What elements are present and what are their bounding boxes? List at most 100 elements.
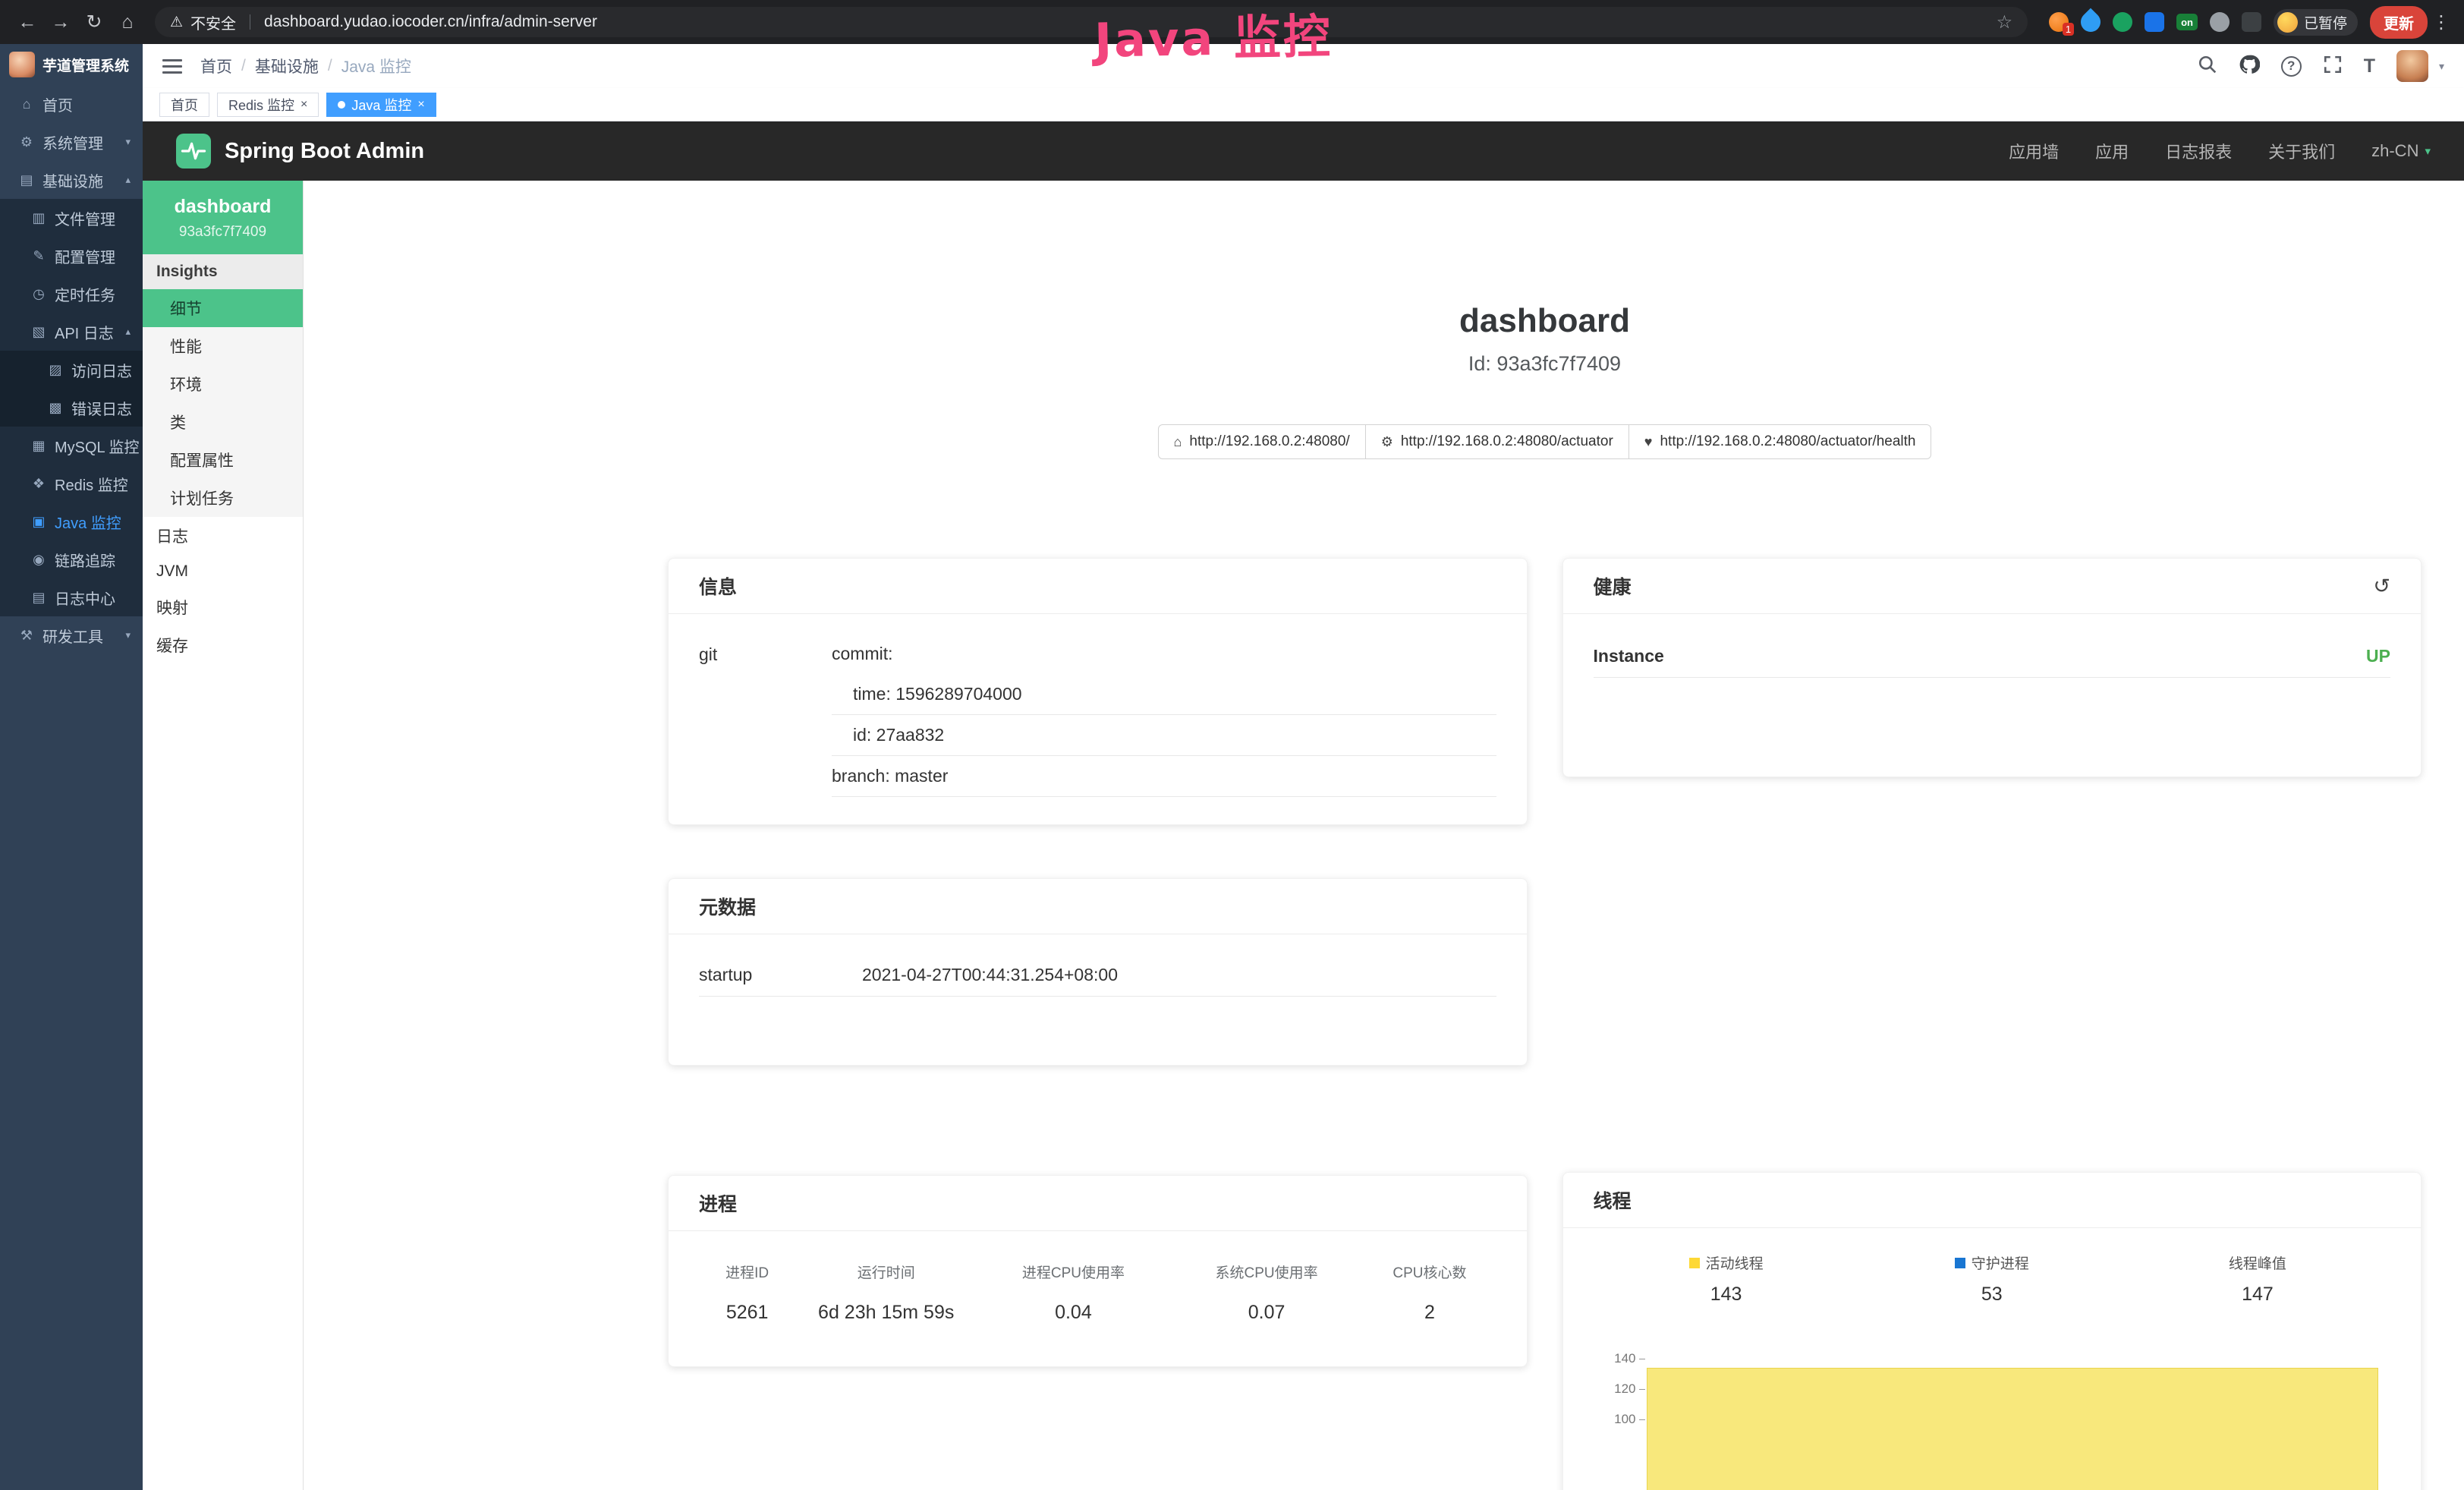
log-center-icon: ▤ — [30, 590, 47, 606]
reload-icon[interactable]: ↻ — [79, 7, 109, 37]
sidebar-item-config[interactable]: ✎ 配置管理 — [0, 237, 143, 275]
chart-plot-area — [1647, 1351, 2391, 1490]
extension-icon-grid[interactable] — [2145, 12, 2164, 32]
chart-y-axis: 140 120 100 — [1594, 1351, 1647, 1490]
sidebar-item-label: 链路追踪 — [55, 549, 115, 571]
sba-instance-header[interactable]: dashboard 93a3fc7f7409 — [143, 181, 303, 254]
extension-icon-drop[interactable] — [2077, 8, 2105, 36]
peak-threads-value: 147 — [2125, 1284, 2390, 1306]
user-avatar[interactable] — [2396, 50, 2428, 82]
link-url: http://192.168.0.2:48080/actuator — [1401, 433, 1613, 450]
sba-nav-links: 应用墙 应用 日志报表 关于我们 zh-CN ▾ — [2009, 139, 2431, 163]
y-tick-mark — [1639, 1419, 1645, 1420]
extension-icon-on[interactable]: on — [2176, 14, 2198, 30]
sba-item-classes[interactable]: 类 — [143, 403, 303, 441]
tab-home[interactable]: 首页 — [159, 93, 209, 117]
clock-icon: ◷ — [30, 286, 47, 302]
close-icon[interactable]: × — [301, 99, 307, 111]
sidebar-item-system[interactable]: ⚙ 系统管理 ▾ — [0, 123, 143, 161]
help-icon[interactable]: ? — [2281, 56, 2302, 77]
sba-brand-title[interactable]: Spring Boot Admin — [225, 139, 424, 164]
sba-nav-wallboard[interactable]: 应用墙 — [2009, 139, 2059, 163]
hamburger-icon[interactable] — [162, 59, 182, 74]
sba-nav-applications[interactable]: 应用 — [2095, 139, 2129, 163]
sba-item-configprops[interactable]: 配置属性 — [143, 441, 303, 479]
sba-item-details[interactable]: 细节 — [143, 289, 303, 327]
admin-sidebar: 芋道管理系统 ⌂ 首页 ⚙ 系统管理 ▾ ▤ 基础设施 ▴ ▥ 文件管理 — [0, 44, 143, 1490]
sba-logo-icon[interactable] — [176, 134, 211, 169]
sidebar-item-mysql[interactable]: ▦ MySQL 监控 — [0, 427, 143, 465]
sidebar-item-trace[interactable]: ◉ 链路追踪 — [0, 540, 143, 578]
sidebar-item-log-center[interactable]: ▤ 日志中心 — [0, 578, 143, 616]
process-col-header: 进程ID — [699, 1262, 795, 1282]
breadcrumb-home[interactable]: 首页 — [200, 55, 232, 77]
threads-card: 线程 活动线程 14 — [1562, 1172, 2422, 1490]
sba-item-mappings[interactable]: 映射 — [143, 588, 303, 626]
sba-item-jvm[interactable]: JVM — [143, 555, 303, 588]
sidebar-item-access-log[interactable]: ▨ 访问日志 — [0, 351, 143, 389]
sba-navbar: Spring Boot Admin 应用墙 应用 日志报表 关于我们 zh-CN… — [143, 121, 2464, 181]
extension-icon-grey[interactable] — [2210, 12, 2230, 32]
health-url-link[interactable]: ♥ http://192.168.0.2:48080/actuator/heal… — [1629, 424, 1932, 459]
close-icon[interactable]: × — [417, 99, 424, 111]
breadcrumb-infra[interactable]: 基础设施 — [255, 55, 319, 77]
avatar-caret-icon[interactable]: ▾ — [2439, 60, 2444, 73]
profile-avatar — [2277, 12, 2298, 33]
live-threads-value: 143 — [1594, 1284, 1859, 1306]
sba-item-logs[interactable]: 日志 — [143, 517, 303, 555]
actuator-url-link[interactable]: ⚙ http://192.168.0.2:48080/actuator — [1365, 424, 1629, 459]
extension-icon-pin[interactable] — [2242, 12, 2261, 32]
sidebar-item-job[interactable]: ◷ 定时任务 — [0, 275, 143, 313]
tab-redis-monitor[interactable]: Redis 监控 × — [217, 93, 319, 117]
sba-item-environment[interactable]: 环境 — [143, 365, 303, 403]
extension-icon-green[interactable] — [2113, 12, 2132, 32]
sidebar-item-label: API 日志 — [55, 321, 114, 343]
sidebar-item-infra[interactable]: ▤ 基础设施 ▴ — [0, 161, 143, 199]
tab-label: Java 监控 — [351, 95, 411, 115]
update-button[interactable]: 更新 — [2370, 6, 2428, 39]
address-bar[interactable]: ⚠ 不安全 dashboard.yudao.iocoder.cn/infra/a… — [155, 7, 2028, 37]
daemon-threads-value: 53 — [1859, 1284, 2125, 1306]
sidebar-item-home[interactable]: ⌂ 首页 — [0, 85, 143, 123]
sidebar-item-label: 首页 — [42, 93, 73, 115]
browser-menu-icon[interactable]: ⋮ — [2431, 7, 2452, 37]
sba-item-caches[interactable]: 缓存 — [143, 626, 303, 664]
github-icon[interactable] — [2239, 54, 2260, 79]
access-log-icon: ▨ — [47, 362, 64, 378]
sba-nav-journal[interactable]: 日志报表 — [2165, 139, 2232, 163]
sba-item-scheduled-tasks[interactable]: 计划任务 — [143, 479, 303, 517]
threads-legend: 活动线程 143 守护进程 — [1594, 1252, 2391, 1306]
link-url: http://192.168.0.2:48080/actuator/health — [1660, 433, 1915, 450]
sba-instance-name: dashboard — [149, 196, 297, 218]
sidebar-item-api-log[interactable]: ▧ API 日志 ▴ — [0, 313, 143, 351]
sidebar-item-file[interactable]: ▥ 文件管理 — [0, 199, 143, 237]
edit-icon: ✎ — [30, 248, 47, 264]
bookmark-star-icon[interactable]: ☆ — [1997, 11, 2013, 33]
fullscreen-icon[interactable] — [2323, 55, 2343, 78]
sidebar-item-label: 定时任务 — [55, 283, 115, 305]
sba-language-select[interactable]: zh-CN ▾ — [2371, 141, 2431, 161]
sba-item-metrics[interactable]: 性能 — [143, 327, 303, 365]
sidebar-logo[interactable]: 芋道管理系统 — [0, 44, 143, 85]
font-size-icon[interactable]: T — [2364, 55, 2375, 77]
sidebar-item-java[interactable]: ▣ Java 监控 — [0, 502, 143, 540]
tab-java-monitor[interactable]: Java 监控 × — [326, 93, 436, 117]
sidebar-item-error-log[interactable]: ▩ 错误日志 — [0, 389, 143, 427]
sidebar-item-redis[interactable]: ❖ Redis 监控 — [0, 465, 143, 502]
service-url-link[interactable]: ⌂ http://192.168.0.2:48080/ — [1158, 424, 1366, 459]
forward-icon[interactable]: → — [46, 7, 76, 37]
security-label: 不安全 — [190, 11, 236, 33]
home-icon[interactable]: ⌂ — [112, 7, 143, 37]
profile-chip[interactable]: 已暂停 — [2274, 9, 2358, 36]
sidebar-item-devtools[interactable]: ⚒ 研发工具 ▾ — [0, 616, 143, 654]
sidebar-item-label: 配置管理 — [55, 245, 115, 267]
history-icon[interactable]: ↺ — [2373, 575, 2390, 598]
sidebar-item-label: 研发工具 — [42, 625, 103, 647]
sidebar-item-label: Redis 监控 — [55, 473, 128, 495]
search-icon[interactable] — [2198, 55, 2217, 78]
back-icon[interactable]: ← — [12, 7, 42, 37]
sba-nav-about[interactable]: 关于我们 — [2268, 139, 2335, 163]
profile-paused-label: 已暂停 — [2304, 12, 2347, 33]
extension-icon-orange[interactable]: 1 — [2049, 12, 2069, 32]
process-col-header: CPU核心数 — [1363, 1262, 1496, 1282]
